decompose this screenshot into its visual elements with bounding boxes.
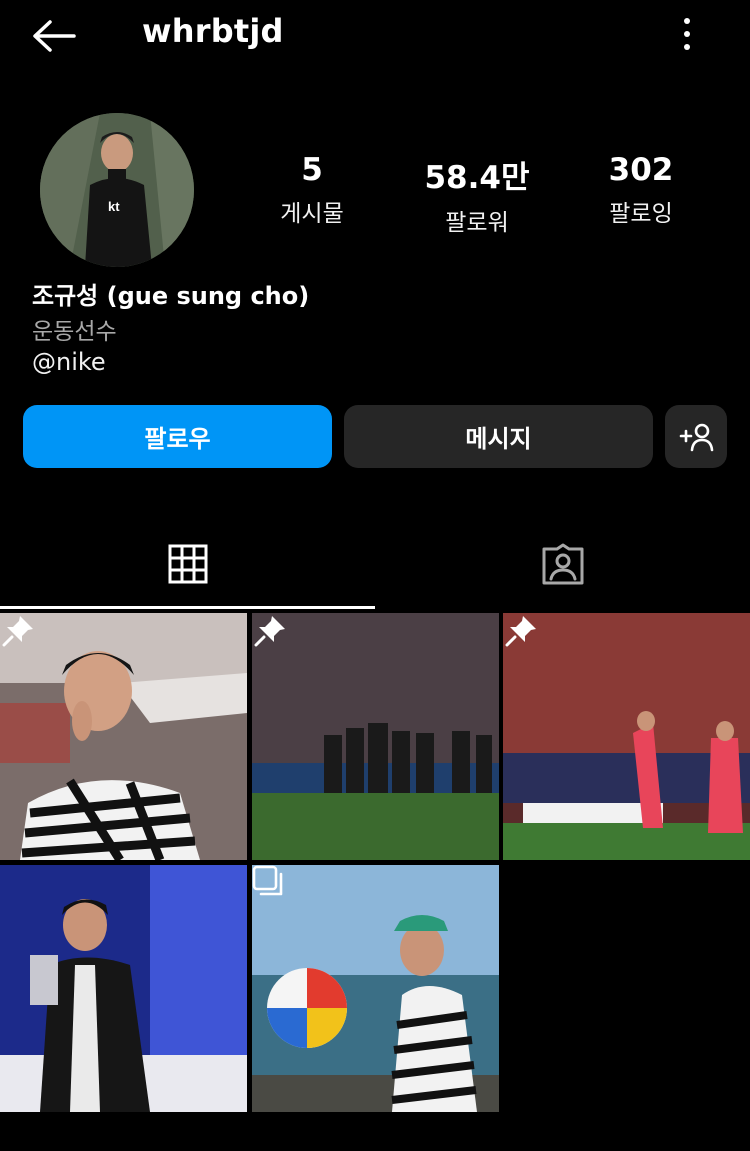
post-photo bbox=[503, 613, 750, 860]
stat-followers[interactable]: 58.4만 팔로워 bbox=[397, 152, 557, 237]
followers-label: 팔로워 bbox=[445, 210, 509, 236]
more-options-button[interactable] bbox=[672, 14, 702, 54]
pin-icon bbox=[505, 616, 536, 647]
back-button[interactable] bbox=[30, 14, 80, 58]
post-photo bbox=[0, 865, 247, 1112]
followers-count: 58.4만 bbox=[424, 160, 530, 196]
profile-category: 운동선수 bbox=[32, 319, 117, 345]
svg-text:kt: kt bbox=[108, 199, 120, 214]
posts-count: 5 bbox=[301, 152, 323, 188]
top-bar: whrbtjd bbox=[0, 0, 750, 70]
post-photo bbox=[0, 613, 247, 860]
suggested-users-button[interactable] bbox=[665, 405, 727, 468]
profile-full-name: 조규성 (gue sung cho) bbox=[32, 282, 310, 310]
message-button[interactable]: 메시지 bbox=[344, 405, 653, 468]
post-thumbnail[interactable] bbox=[0, 613, 247, 860]
following-count: 302 bbox=[608, 152, 674, 188]
profile-username: whrbtjd bbox=[142, 12, 284, 50]
profile-mention-link[interactable]: @nike bbox=[32, 348, 106, 376]
post-thumbnail[interactable] bbox=[252, 613, 499, 860]
pin-icon bbox=[2, 616, 33, 647]
following-label: 팔로잉 bbox=[609, 201, 673, 227]
profile-photo: kt bbox=[40, 113, 194, 267]
active-tab-indicator bbox=[0, 606, 375, 609]
add-person-icon bbox=[679, 423, 714, 451]
grid-icon bbox=[168, 544, 207, 584]
tab-tagged[interactable] bbox=[375, 520, 750, 608]
arrow-left-icon bbox=[33, 20, 76, 52]
more-vertical-icon bbox=[684, 18, 690, 50]
post-photo bbox=[252, 865, 499, 1112]
post-thumbnail[interactable] bbox=[503, 613, 750, 860]
stat-following[interactable]: 302 팔로잉 bbox=[561, 152, 721, 228]
post-thumbnail[interactable] bbox=[0, 865, 247, 1112]
carousel-icon bbox=[252, 865, 283, 896]
profile-avatar[interactable]: kt bbox=[40, 113, 194, 267]
tagged-icon bbox=[542, 543, 583, 585]
tab-posts-grid[interactable] bbox=[0, 520, 375, 608]
posts-label: 게시물 bbox=[280, 201, 344, 227]
post-photo bbox=[252, 613, 499, 860]
pin-icon bbox=[254, 616, 285, 647]
profile-tabs bbox=[0, 520, 750, 610]
follow-button[interactable]: 팔로우 bbox=[23, 405, 332, 468]
post-thumbnail[interactable] bbox=[252, 865, 499, 1112]
stat-posts[interactable]: 5 게시물 bbox=[232, 152, 392, 228]
